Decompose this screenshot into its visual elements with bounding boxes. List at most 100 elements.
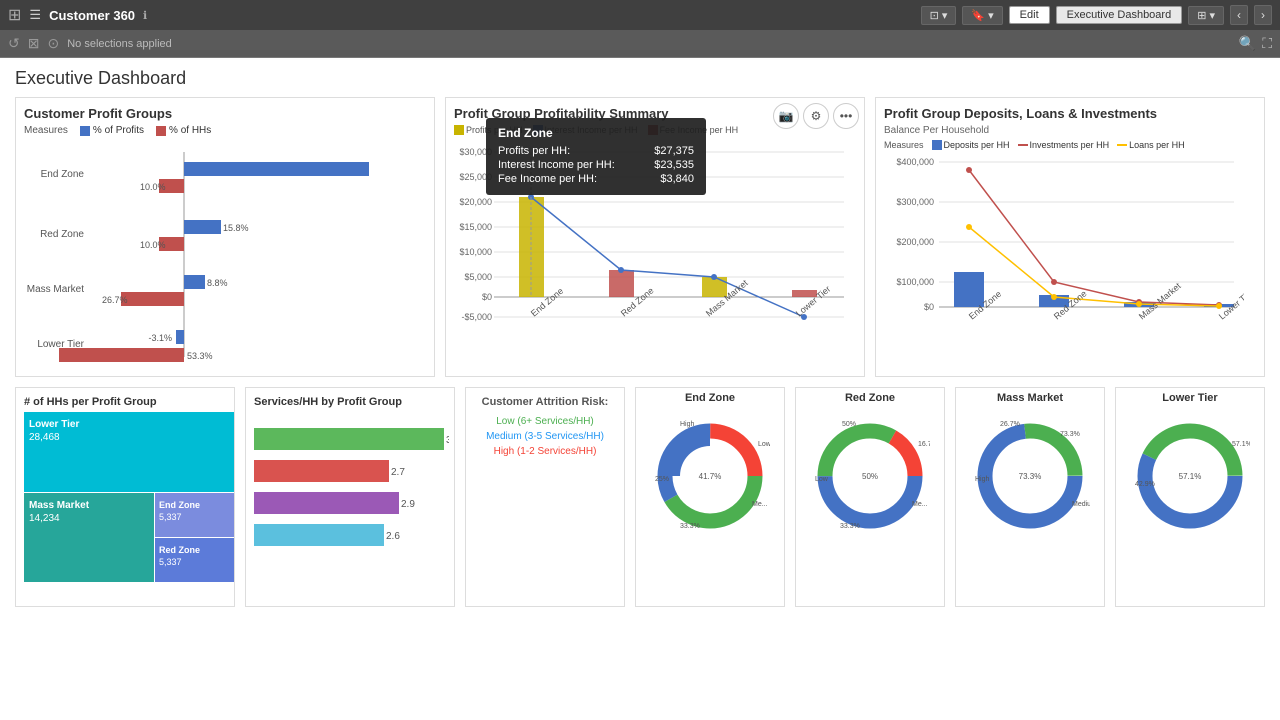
monitor-button[interactable]: ⊡ ▾	[921, 6, 957, 25]
lower-tier-profits-val: -3.1%	[148, 333, 172, 343]
svg-text:$0: $0	[482, 292, 492, 302]
loans-line	[1117, 144, 1127, 146]
end-zone-profits-val: 78.5%	[374, 165, 400, 175]
y-label-end-zone: End Zone	[41, 169, 85, 180]
snapshot-icon[interactable]: ⊙	[47, 35, 59, 52]
y-label-red-zone: Red Zone	[40, 229, 84, 240]
chart-actions: 📷 ⚙ •••	[773, 103, 859, 129]
layout-button[interactable]: ⊞ ▾	[1188, 6, 1224, 25]
mass-market-label: Mass Market	[29, 500, 90, 511]
lower-tier-hhs-bar	[59, 348, 184, 362]
prev-button[interactable]: ‹	[1230, 5, 1248, 25]
cpg-legend: Measures % of Profits % of HHs	[24, 125, 426, 136]
loans-legend: Loans per HH	[1117, 140, 1185, 150]
hhs-legend: % of HHs	[156, 125, 211, 136]
dashboard-selector[interactable]: Executive Dashboard	[1056, 6, 1183, 24]
hhs-legend-box	[156, 126, 166, 136]
second-bar-left: ↺ ⊠ ⊙ No selections applied	[8, 35, 172, 52]
svg-text:57.1%: 57.1%	[1232, 441, 1250, 448]
page-title: Executive Dashboard	[15, 68, 1265, 89]
dlp-subtitle: Balance Per Household	[884, 125, 1256, 136]
svg-text:$15,000: $15,000	[459, 222, 492, 232]
svg-text:26.7%: 26.7%	[1000, 421, 1020, 428]
svg-text:73.3%: 73.3%	[1060, 431, 1080, 438]
camera-button[interactable]: 📷	[773, 103, 799, 129]
cpg-chart: End Zone Red Zone Mass Market Lower Tier…	[24, 142, 424, 362]
end-zone-donut-label: End Zone	[685, 392, 735, 404]
svg-text:73.3%: 73.3%	[1019, 472, 1042, 481]
next-button[interactable]: ›	[1254, 5, 1272, 25]
edit-button[interactable]: Edit	[1009, 6, 1050, 24]
deposits-legend: Deposits per HH	[932, 140, 1010, 150]
red-zone-donut: 50% 16.7% Low Me... 33.3% 50%	[810, 406, 930, 546]
tooltip-profits-row: Profits per HH: $27,375	[498, 145, 694, 157]
end-zone-val: 5,337	[159, 512, 182, 522]
undo-icon[interactable]: ↺	[8, 35, 20, 52]
attrition-low: Low (6+ Services/HH)	[474, 416, 616, 427]
svg-text:Mediu...: Mediu...	[1072, 501, 1090, 508]
dlp-chart: $400,000 $300,000 $200,000 $100,000 $0	[884, 152, 1244, 352]
svg-text:High: High	[975, 476, 990, 483]
measures-label: Measures	[24, 125, 68, 136]
svg-text:Lower Tier: Lower Tier	[794, 284, 833, 319]
top-bar-title: Customer 360	[49, 8, 135, 23]
profitability-summary-panel: Profit Group Profitability Summary 📷 ⚙ •…	[445, 97, 865, 377]
app-icon[interactable]: ⊞	[8, 5, 21, 25]
settings-button[interactable]: ⚙	[803, 103, 829, 129]
cpg-title: Customer Profit Groups	[24, 106, 426, 121]
list-icon[interactable]: ☰	[29, 7, 41, 23]
treemap-chart: Lower Tier 28,468 Mass Market 14,234 End…	[24, 412, 234, 582]
svg-text:High: High	[680, 421, 695, 428]
profits-legend: % of Profits	[80, 125, 144, 136]
dlp-title: Profit Group Deposits, Loans & Investmen…	[884, 106, 1256, 121]
svg-text:3.8: 3.8	[446, 435, 449, 446]
mass-market-profits-bar	[184, 275, 205, 289]
svg-text:Mass Market: Mass Market	[1137, 280, 1183, 321]
svg-text:$400,000: $400,000	[896, 157, 934, 167]
services-chart: 3.8 2.7 2.9 2.6	[254, 418, 449, 583]
filter-icon[interactable]: ⊠	[28, 35, 40, 52]
y-label-mass-market: Mass Market	[27, 284, 84, 295]
svg-text:57.1%: 57.1%	[1179, 472, 1202, 481]
second-bar: ↺ ⊠ ⊙ No selections applied 🔍 ⛶	[0, 30, 1280, 58]
more-button[interactable]: •••	[833, 103, 859, 129]
services-panel: Services/HH by Profit Group 3.8 2.7 2.9 …	[245, 387, 455, 607]
red-zone-profits-bar	[184, 220, 221, 234]
top-bar: ⊞ ☰ Customer 360 ℹ ⊡ ▾ 🔖 ▾ Edit Executiv…	[0, 0, 1280, 30]
svg-text:$300,000: $300,000	[896, 197, 934, 207]
second-bar-right: 🔍 ⛶	[1239, 35, 1272, 52]
main-content: Executive Dashboard Customer Profit Grou…	[0, 58, 1280, 720]
svg-text:33.3%: 33.3%	[680, 523, 700, 530]
red-zone-hhs-val: 10.0%	[140, 240, 166, 250]
lower-tier-donut-panel: Lower Tier 57.1% 57.1% 42.9%	[1115, 387, 1265, 607]
svg-text:2.9: 2.9	[401, 499, 415, 510]
customer-profit-groups-panel: Customer Profit Groups Measures % of Pro…	[15, 97, 435, 377]
red-zone-donut-label: Red Zone	[845, 392, 895, 404]
hh-profit-panel: # of HHs per Profit Group Lower Tier 28,…	[15, 387, 235, 607]
dashboard-row1: Customer Profit Groups Measures % of Pro…	[15, 97, 1265, 377]
red-zone-val: 5,337	[159, 557, 182, 567]
svg-text:$20,000: $20,000	[459, 197, 492, 207]
mass-market-donut: 73.3% High Mediu... 26.7% 73.3%	[970, 406, 1090, 546]
search-icon[interactable]: 🔍	[1239, 35, 1256, 52]
svg-text:$0: $0	[924, 302, 934, 312]
svg-text:42.9%: 42.9%	[1135, 481, 1155, 488]
svg-text:33.3%: 33.3%	[840, 523, 860, 530]
mass-market-val: 14,234	[29, 513, 60, 524]
deposits-box	[932, 140, 942, 150]
svg-text:$5,000: $5,000	[464, 272, 492, 282]
lower-tier-donut-label: Lower Tier	[1162, 392, 1217, 404]
svg-text:Low: Low	[815, 476, 829, 483]
svg-text:Low: Low	[758, 441, 770, 448]
tooltip-fee-row: Fee Income per HH: $3,840	[498, 173, 694, 185]
fullscreen-icon[interactable]: ⛶	[1262, 35, 1272, 52]
svg-text:$10,000: $10,000	[459, 247, 492, 257]
tooltip-interest-row: Interest Income per HH: $23,535	[498, 159, 694, 171]
end-zone-hhs-val: 10.0%	[140, 182, 166, 192]
svg-text:2.6: 2.6	[386, 531, 400, 542]
lower-tier-label: Lower Tier	[29, 419, 79, 430]
svg-text:-$5,000: -$5,000	[461, 312, 492, 322]
bookmark-button[interactable]: 🔖 ▾	[962, 6, 1002, 25]
svg-text:Me...: Me...	[752, 501, 768, 508]
svg-text:25%: 25%	[655, 476, 669, 483]
